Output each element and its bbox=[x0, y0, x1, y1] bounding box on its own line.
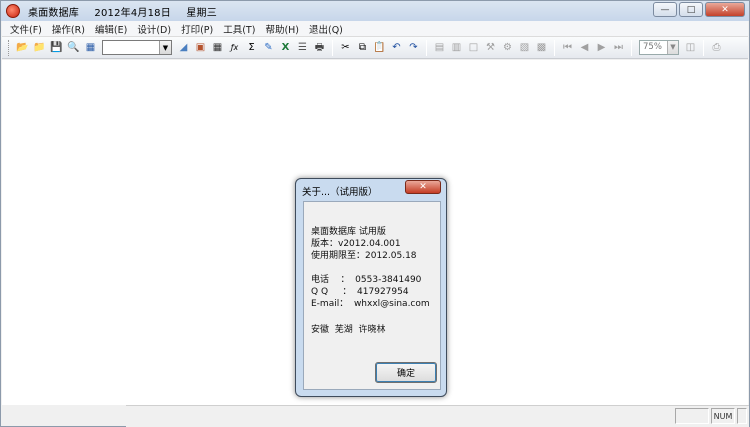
app-name: 桌面数据库 bbox=[28, 7, 79, 19]
close-icon: ✕ bbox=[721, 4, 729, 15]
toolbar-separator bbox=[332, 39, 333, 56]
app-logo-icon[interactable] bbox=[6, 4, 20, 18]
first-record-icon[interactable]: ⏮ bbox=[560, 40, 575, 55]
maximize-icon: □ bbox=[686, 4, 696, 15]
folder-icon[interactable]: 📁 bbox=[32, 40, 47, 55]
function-icon[interactable]: ƒx bbox=[227, 40, 242, 55]
save-icon[interactable]: 💾 bbox=[49, 40, 64, 55]
ok-button[interactable]: 确定 bbox=[375, 362, 437, 383]
menu-design[interactable]: 设计(D) bbox=[137, 22, 171, 36]
document-icon[interactable]: □ bbox=[466, 40, 481, 55]
settings-icon[interactable]: ⚙ bbox=[500, 40, 515, 55]
minimize-button[interactable]: — bbox=[653, 2, 677, 17]
undo-icon[interactable]: ↶ bbox=[389, 40, 404, 55]
redo-icon[interactable]: ↷ bbox=[406, 40, 421, 55]
dialog-body: 桌面数据库 试用版 版本：v2012.04.001 使用期限至：2012.05.… bbox=[303, 201, 441, 390]
form-icon[interactable]: ▧ bbox=[517, 40, 532, 55]
title-date: 2012年4月18日 bbox=[94, 7, 171, 19]
title-weekday: 星期三 bbox=[186, 7, 217, 19]
page-setup-icon[interactable]: ◫ bbox=[683, 40, 698, 55]
dialog-close-button[interactable]: ✕ bbox=[405, 180, 441, 194]
chevron-down-icon[interactable]: ▼ bbox=[667, 41, 678, 54]
status-pane-num: NUM bbox=[711, 408, 735, 424]
menu-help[interactable]: 帮助(H) bbox=[265, 22, 299, 36]
status-bar: NUM bbox=[126, 405, 749, 427]
status-pane-caps bbox=[675, 408, 709, 424]
table-icon[interactable]: ▦ bbox=[83, 40, 98, 55]
status-pane-scroll bbox=[737, 408, 747, 424]
toolbar-grip[interactable] bbox=[8, 39, 11, 56]
toolbar-separator bbox=[554, 39, 555, 56]
menu-bar: 文件(F) 操作(R) 编辑(E) 设计(D) 打印(P) 工具(T) 帮助(H… bbox=[2, 21, 748, 37]
stack-icon[interactable]: ▣ bbox=[193, 40, 208, 55]
chevron-down-icon[interactable]: ▼ bbox=[159, 41, 171, 54]
menu-edit[interactable]: 编辑(E) bbox=[95, 22, 127, 36]
toolbar-separator bbox=[703, 39, 704, 56]
minimize-icon: — bbox=[660, 4, 670, 15]
dialog-title: 关于...（试用版） bbox=[302, 187, 378, 198]
tools-icon[interactable]: ⚒ bbox=[483, 40, 498, 55]
cut-icon[interactable]: ✂ bbox=[338, 40, 353, 55]
close-icon: ✕ bbox=[419, 182, 427, 192]
about-dialog: 关于...（试用版） ✕ 桌面数据库 试用版 版本：v2012.04.001 使… bbox=[295, 178, 447, 397]
insert-row-icon[interactable]: ▤ bbox=[432, 40, 447, 55]
main-window: 桌面数据库 2012年4月18日 星期三 — □ ✕ 文件(F) 操作(R) 编… bbox=[0, 0, 750, 427]
window-controls: — □ ✕ bbox=[653, 2, 745, 17]
toolbar-separator bbox=[631, 39, 632, 56]
print-preview-icon[interactable]: ⎙ bbox=[709, 40, 724, 55]
sum-icon[interactable]: Σ bbox=[244, 40, 259, 55]
email-text: E-mail： whxxl@sina.com bbox=[311, 299, 430, 309]
menu-operation[interactable]: 操作(R) bbox=[52, 22, 85, 36]
last-record-icon[interactable]: ⏭ bbox=[611, 40, 626, 55]
location-text: 安徽 芜湖 许晓林 bbox=[311, 325, 386, 335]
next-record-icon[interactable]: ▶ bbox=[594, 40, 609, 55]
excel-icon[interactable]: X bbox=[278, 40, 293, 55]
chart-icon[interactable]: ▩ bbox=[534, 40, 549, 55]
delete-row-icon[interactable]: ▥ bbox=[449, 40, 464, 55]
zoom-value: 75% bbox=[643, 42, 662, 52]
status-pane-main bbox=[126, 408, 672, 424]
prev-record-icon[interactable]: ◀ bbox=[577, 40, 592, 55]
menu-print[interactable]: 打印(P) bbox=[181, 22, 213, 36]
open-icon[interactable]: 📂 bbox=[15, 40, 30, 55]
maximize-button[interactable]: □ bbox=[679, 2, 703, 17]
toolbar-separator bbox=[426, 39, 427, 56]
print-icon[interactable]: 🖶 bbox=[312, 40, 327, 55]
close-button[interactable]: ✕ bbox=[705, 2, 745, 17]
window-title: 桌面数据库 2012年4月18日 星期三 bbox=[28, 4, 229, 19]
font-select[interactable]: ▼ bbox=[102, 40, 172, 55]
copy-icon[interactable]: ⧉ bbox=[355, 40, 370, 55]
menu-file[interactable]: 文件(F) bbox=[10, 22, 42, 36]
zoom-select[interactable]: 75% ▼ bbox=[639, 40, 679, 55]
edit-icon[interactable]: ✎ bbox=[261, 40, 276, 55]
menu-exit[interactable]: 退出(Q) bbox=[309, 22, 343, 36]
expiry-text: 使用期限至：2012.05.18 bbox=[311, 251, 417, 261]
menu-tools[interactable]: 工具(T) bbox=[223, 22, 255, 36]
title-bar[interactable]: 桌面数据库 2012年4月18日 星期三 — □ ✕ bbox=[1, 1, 749, 21]
grid-icon[interactable]: ▦ bbox=[210, 40, 225, 55]
toolbar: 📂 📁 💾 🔍 ▦ ▼ ◢ ▣ ▦ ƒx Σ ✎ X ☰ 🖶 ✂ ⧉ 📋 ↶ ↷… bbox=[2, 37, 748, 59]
align-icon[interactable]: ◢ bbox=[176, 40, 191, 55]
paste-icon[interactable]: 📋 bbox=[372, 40, 387, 55]
list-icon[interactable]: ☰ bbox=[295, 40, 310, 55]
search-icon[interactable]: 🔍 bbox=[66, 40, 81, 55]
